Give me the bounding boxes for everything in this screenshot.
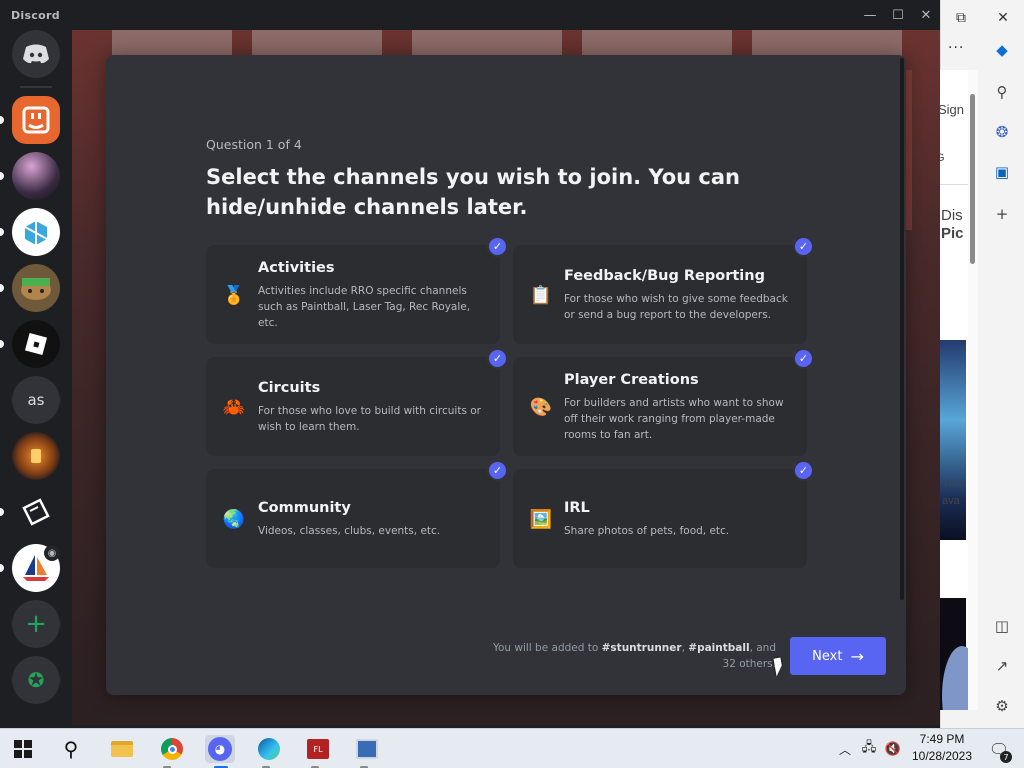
close-icon[interactable]: ✕ <box>912 0 940 30</box>
clock-time: 7:49 PM <box>919 732 965 746</box>
option-description: Share photos of pets, food, etc. <box>564 525 730 537</box>
server-3-icon[interactable] <box>12 208 60 256</box>
search-icon[interactable]: ⚲ <box>992 82 1012 102</box>
option-card-community[interactable]: 🌏 Community Videos, classes, clubs, even… <box>206 469 500 568</box>
sidebar-toggle-icon[interactable]: ◫ <box>992 616 1012 636</box>
discord-taskbar-icon[interactable]: ◕ <box>205 735 235 763</box>
search-icon[interactable]: ⚲ <box>56 735 86 763</box>
selected-check-icon: ✓ <box>793 460 814 481</box>
framed-picture-icon: 🖼️ <box>529 508 553 530</box>
option-card-irl[interactable]: 🖼️ IRL Share photos of pets, food, etc. <box>513 469 807 568</box>
app-title: Discord <box>11 8 60 22</box>
option-card-player-creations[interactable]: 🎨 Player Creations For builders and arti… <box>513 357 807 456</box>
crab-icon: 🦀 <box>222 396 246 418</box>
option-card-activities[interactable]: 🏅 Activities Activities include RRO spec… <box>206 245 500 344</box>
chevron-up-icon[interactable]: ︿ <box>834 735 856 763</box>
next-label: Next <box>812 648 843 664</box>
browser-page-content: Sign G Dis Pic Twit ava <box>940 70 968 710</box>
copilot-icon[interactable]: ◆ <box>992 40 1012 60</box>
discord-home-icon[interactable] <box>12 30 60 78</box>
palette-icon: 🎨 <box>529 396 553 418</box>
page-text-g: G <box>940 152 945 164</box>
clipboard-icon: 📋 <box>529 284 553 306</box>
option-description: For those who love to build with circuit… <box>258 405 482 433</box>
selected-check-icon: ✓ <box>793 348 814 369</box>
server-4-icon[interactable] <box>12 264 60 312</box>
network-icon[interactable]: 🖧 <box>858 735 880 763</box>
option-title: Feedback/Bug Reporting <box>564 268 765 284</box>
filezilla-icon[interactable]: FL <box>303 735 333 763</box>
broadcast-icon: ◉ <box>44 545 60 561</box>
next-button[interactable]: Next → <box>790 637 886 675</box>
option-title: Circuits <box>258 380 321 396</box>
selected-check-icon: ✓ <box>487 460 508 481</box>
browser-scrollbar[interactable] <box>968 70 978 710</box>
server-rail: as ◉ + ✪ <box>0 30 72 725</box>
settings-icon[interactable]: ⚙ <box>992 696 1012 716</box>
globe-icon: 🌏 <box>222 508 246 530</box>
server-roblox-icon[interactable] <box>12 320 60 368</box>
option-title: Player Creations <box>564 372 699 388</box>
file-explorer-icon[interactable] <box>107 735 137 763</box>
chrome-icon[interactable] <box>157 735 187 763</box>
modal-scrollbar[interactable] <box>900 58 904 600</box>
page-text-pic: Pic <box>941 225 964 242</box>
arrow-right-icon: → <box>850 646 864 666</box>
clock-date: 10/28/2023 <box>911 749 973 763</box>
edge-icon[interactable] <box>254 735 284 763</box>
selected-check-icon: ✓ <box>793 236 814 257</box>
selected-check-icon: ✓ <box>487 236 508 257</box>
add-icon[interactable]: + <box>992 204 1012 224</box>
more-options-icon[interactable]: ··· <box>948 40 964 56</box>
taskbar: ⚲ ◕ FL ︿ 🖧 🔇 7:49 PM 10/28/2023 🗨 7 <box>0 728 1024 768</box>
system-clock[interactable]: 7:49 PM 10/28/2023 <box>900 731 984 765</box>
notification-count-badge: 7 <box>1000 751 1012 763</box>
summary-prefix: You will be added to <box>492 642 602 654</box>
page-text-dis: Dis <box>941 207 963 224</box>
ticket-icon[interactable] <box>12 488 60 536</box>
join-summary: You will be added to #stuntrunner, #pain… <box>480 640 776 672</box>
page-image <box>940 340 966 540</box>
add-server-icon[interactable]: + <box>12 600 60 648</box>
collections-icon[interactable]: ❂ <box>992 122 1012 142</box>
summary-channel-1: #stuntrunner <box>601 642 682 654</box>
page-text-twit: Twit <box>942 478 962 490</box>
browser-titlebar: ⧉ ✕ <box>940 0 1024 36</box>
option-description: For builders and artists who want to sho… <box>564 397 784 441</box>
option-title: IRL <box>564 500 590 516</box>
discord-window: Discord — ☐ ✕ as ◉ + ✪ Question 1 of 4 S… <box>0 0 940 725</box>
terminal-app-icon[interactable] <box>352 735 382 763</box>
question-counter: Question 1 of 4 <box>206 137 302 152</box>
page-image-2 <box>940 598 968 710</box>
share-icon[interactable]: ↗ <box>992 656 1012 676</box>
option-description: For those who wish to give some feedback… <box>564 293 788 321</box>
server-stuntrunner-icon[interactable] <box>12 96 60 144</box>
server-as-icon[interactable]: as <box>12 376 60 424</box>
option-title: Activities <box>258 260 335 276</box>
sign-link[interactable]: Sign <box>940 102 964 117</box>
selected-check-icon: ✓ <box>487 348 508 369</box>
option-description: Videos, classes, clubs, events, etc. <box>258 525 441 537</box>
question-title: Select the channels you wish to join. Yo… <box>206 165 740 219</box>
option-description: Activities include RRO specific channels… <box>258 285 471 329</box>
close-icon[interactable]: ✕ <box>982 10 1024 26</box>
windows-start-icon[interactable] <box>8 735 38 763</box>
option-card-feedback[interactable]: 📋 Feedback/Bug Reporting For those who w… <box>513 245 807 344</box>
option-card-circuits[interactable]: 🦀 Circuits For those who love to build w… <box>206 357 500 456</box>
maximize-icon[interactable]: ☐ <box>884 0 912 30</box>
server-2-icon[interactable] <box>12 152 60 200</box>
summary-channel-2: #paintball <box>688 642 750 654</box>
discord-titlebar: Discord — ☐ ✕ <box>0 0 940 30</box>
server-pumpkin-icon[interactable] <box>12 432 60 480</box>
minimize-icon[interactable]: — <box>856 0 884 30</box>
medal-icon: 🏅 <box>222 284 246 306</box>
option-title: Community <box>258 500 351 516</box>
page-text-ava: ava <box>942 495 960 507</box>
explore-servers-icon[interactable]: ✪ <box>12 656 60 704</box>
browser-sidebar: ◆ ⚲ ❂ ▣ + ◫ ↗ ⚙ <box>980 36 1024 728</box>
restore-icon[interactable]: ⧉ <box>940 10 982 26</box>
outlook-icon[interactable]: ▣ <box>992 162 1012 182</box>
